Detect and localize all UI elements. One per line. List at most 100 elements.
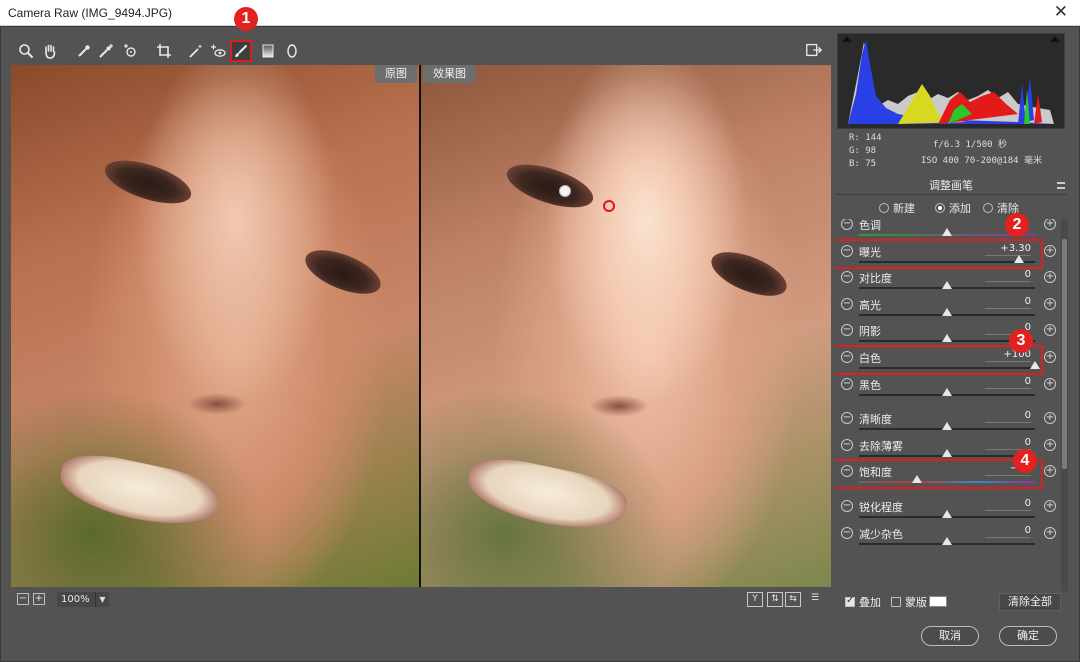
plus-icon[interactable]: + [1044,377,1056,390]
plus-icon[interactable]: + [1044,438,1056,451]
white-balance-icon[interactable] [73,40,95,62]
radio-icon[interactable] [983,203,993,213]
plus-icon[interactable]: + [1044,412,1056,425]
crop-icon[interactable] [153,40,175,62]
plus-icon[interactable]: + [1044,465,1056,478]
spot-removal-icon[interactable] [185,40,207,62]
minus-icon[interactable]: − [841,297,853,310]
minus-icon[interactable]: − [841,377,853,390]
swap-settings-icon[interactable]: ⇅ [767,592,783,607]
toolbar [11,37,831,65]
zoom-icon[interactable] [15,40,37,62]
hand-icon[interactable] [39,40,61,62]
mode-new[interactable]: 新建 [879,200,915,216]
mask-checkbox[interactable] [891,597,901,607]
slider-value[interactable]: 0 [985,410,1031,424]
color-sampler-icon[interactable] [95,40,117,62]
callout-4: 4 [1013,449,1037,473]
highlight-clipping-icon[interactable] [1050,36,1060,42]
active-brush-pin[interactable] [603,200,615,212]
right-panel: R: 144 G: 98 B: 75 f/6.3 1/500 秒 ISO 400… [835,33,1071,615]
chevron-down-icon[interactable]: ▼ [95,592,109,607]
slider-value[interactable]: 0 [985,525,1031,538]
highlight-box [835,459,1043,490]
slider-thumb[interactable] [942,536,952,545]
red-eye-icon[interactable] [207,40,229,62]
zoom-in-button[interactable]: + [33,593,45,605]
slider-value[interactable]: 0 [985,437,1031,450]
plus-icon[interactable]: + [1044,351,1056,363]
zoom-out-button[interactable]: − [17,593,29,605]
slider-value[interactable]: 0 [985,498,1031,511]
copy-settings-icon[interactable]: ⇆ [785,592,801,607]
mask-color-swatch[interactable] [929,596,947,607]
brush-mode-row: 新建 添加 清除 [835,197,1067,217]
plus-icon[interactable]: + [1044,526,1056,539]
slider-value[interactable]: 0 [985,269,1031,283]
plus-icon[interactable]: + [1044,219,1056,230]
radio-selected-icon[interactable] [935,203,945,213]
slider-thumb[interactable] [942,334,952,343]
status-bar: − + 100% ▼ Y ⇅ ⇆ ☰ [11,589,831,611]
radio-icon[interactable] [879,203,889,213]
overlay-checkbox[interactable] [845,595,855,607]
after-pane[interactable]: 效果图 [421,65,831,587]
minus-icon[interactable]: − [841,324,853,337]
plus-icon[interactable]: + [1044,500,1056,512]
slider-thumb[interactable] [942,307,952,316]
preview-preferences-icon[interactable]: ☰ [807,592,823,607]
plus-icon[interactable]: + [1044,244,1056,257]
ok-button[interactable]: 确定 [999,626,1057,646]
window-title: Camera Raw (IMG_9494.JPG) [8,6,173,20]
plus-icon[interactable]: + [1044,297,1056,310]
plus-icon[interactable]: + [1044,324,1056,337]
minus-icon[interactable]: − [841,271,853,284]
after-label: 效果图 [423,65,476,83]
mask-label: 蒙版 [905,596,927,609]
slider-thumb[interactable] [942,422,952,431]
panel-footer: 叠加 蒙版 清除全部 [835,593,1067,615]
slider-row: − 高光 0 + [835,295,1059,321]
brush-pin[interactable] [559,185,571,197]
clear-all-button[interactable]: 清除全部 [999,593,1061,611]
adjustment-brush-icon[interactable] [230,40,252,62]
cancel-button[interactable]: 取消 [921,626,979,646]
minus-icon[interactable]: − [841,219,853,230]
mode-add[interactable]: 添加 [935,200,971,216]
slider-thumb[interactable] [942,510,952,518]
slider-thumb[interactable] [942,387,952,396]
before-pane[interactable]: 原图 [11,65,419,587]
slider-value[interactable]: 0 [985,296,1031,309]
slider-thumb[interactable] [942,281,952,290]
plus-icon[interactable]: + [1044,271,1056,284]
callout-1: 1 [234,7,258,31]
minus-icon[interactable]: − [841,526,853,539]
slider-label: 减少杂色 [859,527,903,541]
slider-label: 色调 [859,219,881,232]
slider-row: − 减少杂色 0 + [835,524,1059,550]
before-after-view-icon[interactable]: Y [747,592,763,607]
open-preferences-icon[interactable] [805,41,825,61]
slider-label: 锐化程度 [859,501,903,514]
slider-thumb[interactable] [942,448,952,457]
graduated-filter-icon[interactable] [257,40,279,62]
close-icon[interactable]: ✕ [1054,2,1068,22]
slider-label: 阴影 [859,325,881,339]
slider-thumb[interactable] [942,228,952,236]
nose-shadow [187,393,247,415]
minus-icon[interactable]: − [841,412,853,425]
readout-b: B: 75 [849,159,877,169]
adjustment-sliders: − 色调 + − 曝光 +3.30 + − 对比度 0 + − 高光 0 + − 阴影 0 + − 白色 +100 + − 黑色… [835,219,1059,591]
targeted-adjustment-icon[interactable] [119,40,141,62]
radial-filter-icon[interactable] [281,40,303,62]
panel-scrollbar[interactable] [1061,219,1068,591]
minus-icon[interactable]: − [841,500,853,512]
minus-icon[interactable]: − [841,438,853,451]
scrollbar-thumb[interactable] [1062,239,1067,469]
shadow-clipping-icon[interactable] [842,36,852,42]
slider-label: 对比度 [859,272,892,286]
image-preview[interactable]: 原图 效果图 [11,65,831,587]
slider-value[interactable]: 0 [985,376,1031,389]
panel-menu-icon[interactable] [1057,182,1065,189]
readout-g: G: 98 [849,146,877,156]
